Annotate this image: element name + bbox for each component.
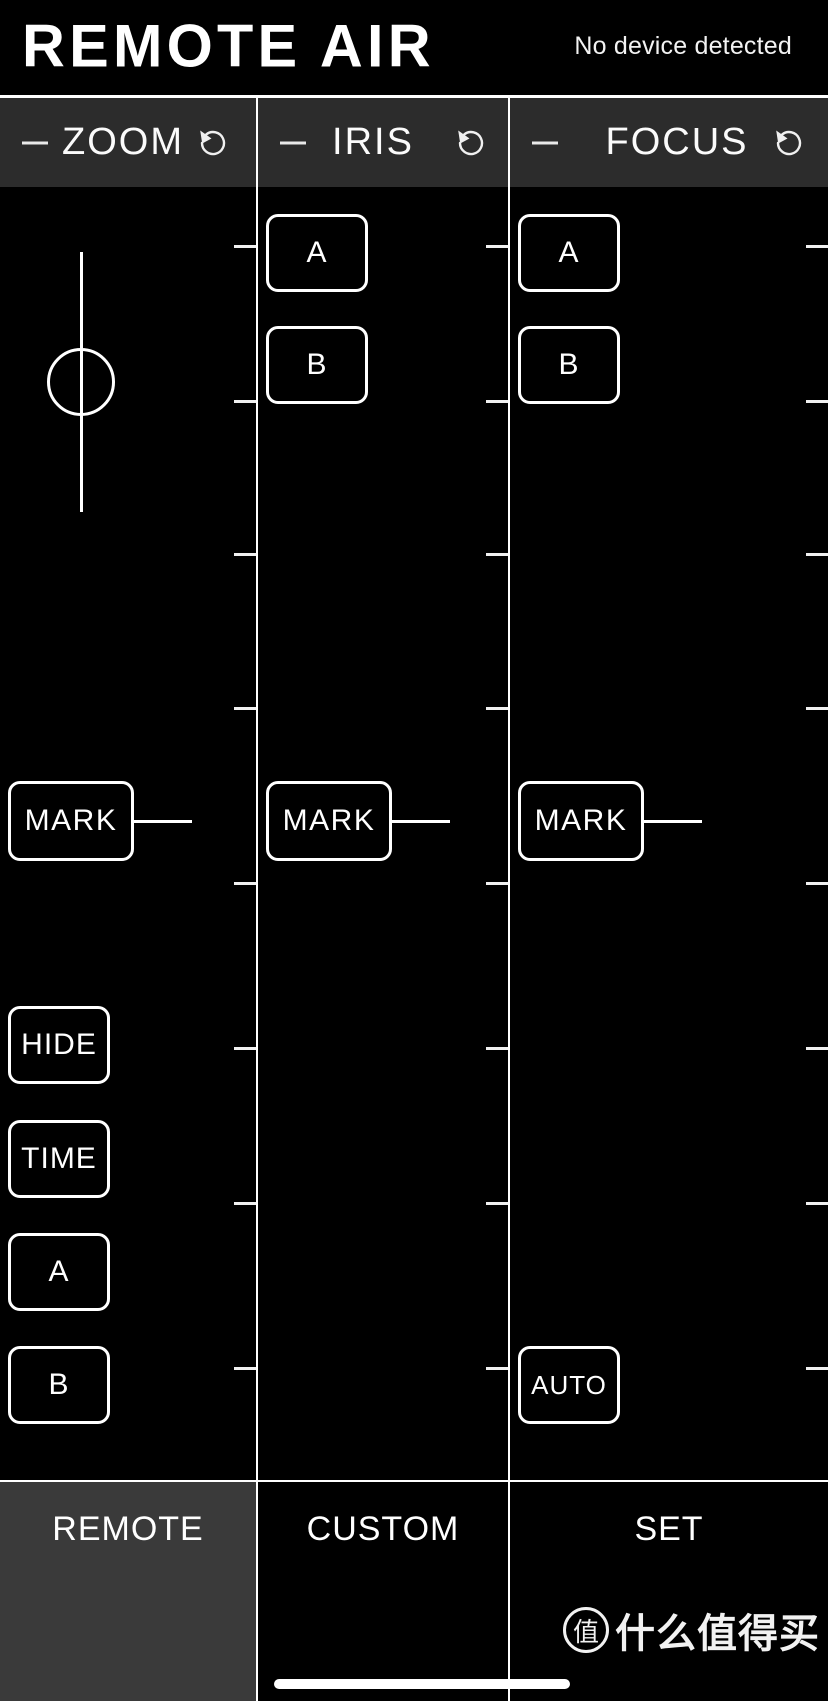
scale-tick (806, 400, 828, 403)
reset-rotate-ccw-icon[interactable] (772, 126, 806, 160)
zoom-b-button[interactable]: B (8, 1346, 110, 1424)
scale-tick (486, 1367, 508, 1370)
zoom-time-button[interactable]: TIME (8, 1120, 110, 1198)
minus-icon[interactable] (22, 141, 48, 144)
tab-custom[interactable]: CUSTOM (256, 1482, 508, 1701)
column-iris: A B MARK (256, 187, 508, 1480)
scale-tick (234, 707, 256, 710)
zoom-a-button[interactable]: A (8, 1233, 110, 1311)
scale-tick (486, 245, 508, 248)
bottom-tab-bar: REMOTE CUSTOM SET (0, 1480, 828, 1701)
scale-tick (234, 882, 256, 885)
remote-air-app: REMOTE AIR No device detected ZOOM IRIS (0, 0, 828, 1701)
minus-icon[interactable] (532, 141, 558, 144)
iris-a-button[interactable]: A (266, 214, 368, 292)
scale-tick (806, 1367, 828, 1370)
column-title-focus: FOCUS (605, 121, 749, 163)
scale-tick (806, 1047, 828, 1050)
zoom-hide-button[interactable]: HIDE (8, 1006, 110, 1084)
iris-b-button[interactable]: B (266, 326, 368, 404)
column-focus: A B MARK AUTO (508, 187, 828, 1480)
scale-tick (486, 882, 508, 885)
scale-tick (234, 400, 256, 403)
scale-tick (486, 400, 508, 403)
reset-rotate-ccw-icon[interactable] (196, 126, 230, 160)
scale-tick (486, 707, 508, 710)
scale-tick (806, 882, 828, 885)
iris-mark-connector-line (392, 820, 450, 823)
scale-tick (806, 553, 828, 556)
scale-tick (486, 1202, 508, 1205)
column-header-zoom[interactable]: ZOOM (0, 98, 256, 187)
focus-auto-button[interactable]: AUTO (518, 1346, 620, 1424)
column-title-zoom: ZOOM (62, 121, 184, 163)
scale-tick (806, 245, 828, 248)
scale-tick (234, 245, 256, 248)
zoom-mark-button[interactable]: MARK (8, 781, 134, 861)
scale-tick (486, 553, 508, 556)
scale-tick (806, 707, 828, 710)
zoom-mark-connector-line (134, 820, 192, 823)
focus-mark-button[interactable]: MARK (518, 781, 644, 861)
column-zoom: MARK HIDE TIME A B (0, 187, 256, 1480)
focus-a-button[interactable]: A (518, 214, 620, 292)
scale-tick (486, 1047, 508, 1050)
column-title-iris: IRIS (332, 121, 414, 163)
column-header-iris[interactable]: IRIS (256, 98, 508, 187)
scale-tick (234, 1202, 256, 1205)
home-indicator[interactable] (274, 1679, 570, 1689)
focus-mark-connector-line (644, 820, 702, 823)
tab-set[interactable]: SET (508, 1482, 828, 1701)
app-header: REMOTE AIR No device detected (0, 0, 828, 95)
device-status-text: No device detected (574, 32, 792, 60)
iris-mark-button[interactable]: MARK (266, 781, 392, 861)
slider-knob-circle[interactable] (47, 348, 115, 416)
focus-b-button[interactable]: B (518, 326, 620, 404)
reset-rotate-ccw-icon[interactable] (454, 126, 488, 160)
column-header-focus[interactable]: FOCUS (508, 98, 828, 187)
control-column-header-bar: ZOOM IRIS FOCUS (0, 95, 828, 187)
scale-tick (234, 1047, 256, 1050)
scale-tick (234, 1367, 256, 1370)
minus-icon[interactable] (280, 141, 306, 144)
zoom-slider[interactable] (47, 252, 115, 512)
control-columns-area: MARK HIDE TIME A B A B MARK A B MARK AUT… (0, 187, 828, 1480)
scale-tick (806, 1202, 828, 1205)
tab-remote[interactable]: REMOTE (0, 1482, 256, 1701)
app-logo: REMOTE AIR (22, 11, 435, 80)
scale-tick (234, 553, 256, 556)
